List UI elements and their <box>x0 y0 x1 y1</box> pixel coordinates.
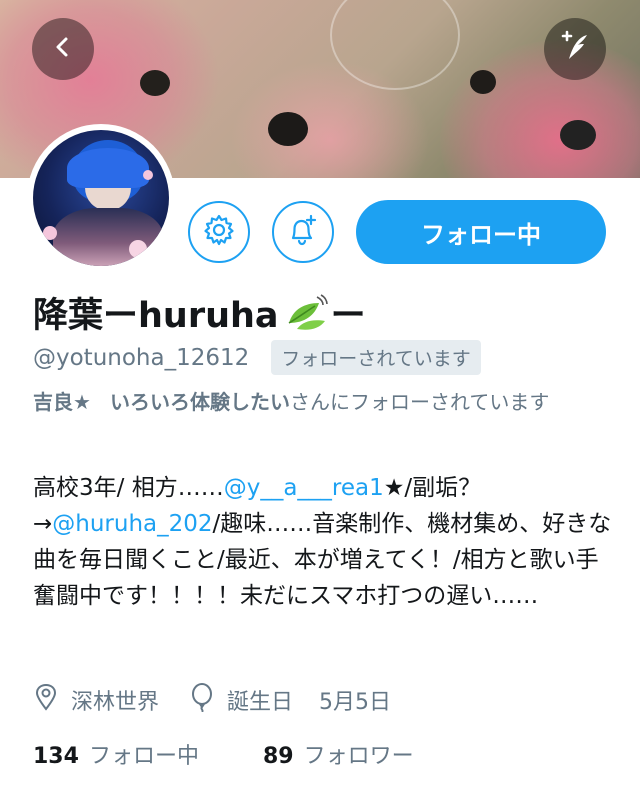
leaf-emoji-icon <box>285 293 329 333</box>
birthday-label: 誕生日 <box>227 690 294 715</box>
handle-row: @yotunoha_12612 フォローされています <box>33 340 481 375</box>
profile-meta: 深林世界 誕生日 5月5日 <box>33 682 391 718</box>
notifications-button[interactable] <box>272 201 334 263</box>
bio-mention-2[interactable]: @huruha_202 <box>52 511 212 537</box>
location-text: 深林世界 <box>71 690 160 715</box>
avatar-image <box>33 130 169 266</box>
back-button[interactable] <box>32 18 94 80</box>
bell-plus-icon <box>285 212 321 252</box>
followers-count: 89 <box>262 744 294 769</box>
display-name-text: 降葉ーhuruha <box>33 296 279 336</box>
settings-button[interactable] <box>188 201 250 263</box>
following-stat[interactable]: 134 フォロー中 <box>33 738 199 770</box>
quill-plus-icon <box>557 29 593 69</box>
followed-by-user-1[interactable]: 吉良★ <box>33 390 91 414</box>
compose-button[interactable] <box>544 18 606 80</box>
followed-by-user-2[interactable]: いろいろ体験したい <box>110 390 290 414</box>
following-count: 134 <box>33 744 79 769</box>
display-name: 降葉ーhuruha ー <box>33 287 366 338</box>
follows-you-badge: フォローされています <box>271 340 481 375</box>
following-label: フォロー中 <box>88 744 199 769</box>
follow-stats: 134 フォロー中 89 フォロワー <box>33 738 414 770</box>
location: 深林世界 <box>33 683 159 717</box>
birthday: 誕生日 5月5日 <box>189 682 391 718</box>
avatar[interactable] <box>27 124 175 272</box>
chevron-left-icon <box>51 35 75 63</box>
display-name-suffix: ー <box>330 296 366 336</box>
location-pin-icon <box>33 683 71 717</box>
followed-by-suffix: さんにフォローされています <box>290 390 550 414</box>
balloon-icon <box>189 682 227 718</box>
followers-label: フォロワー <box>303 744 414 769</box>
birthday-value: 5月5日 <box>319 690 392 715</box>
bio: 高校3年/ 相方……@y__a___rea1★/副垢？→@huruha_202/… <box>33 470 618 614</box>
followed-by-text[interactable]: 吉良★ いろいろ体験したいさんにフォローされています <box>33 386 613 418</box>
gear-icon <box>202 213 236 251</box>
followers-stat[interactable]: 89 フォロワー <box>263 738 414 770</box>
bio-text-1: 高校3年/ 相方…… <box>33 475 224 501</box>
handle: @yotunoha_12612 <box>33 344 250 371</box>
following-button[interactable]: フォロー中 <box>356 200 606 264</box>
bio-mention-1[interactable]: @y__a___rea1 <box>224 475 384 501</box>
